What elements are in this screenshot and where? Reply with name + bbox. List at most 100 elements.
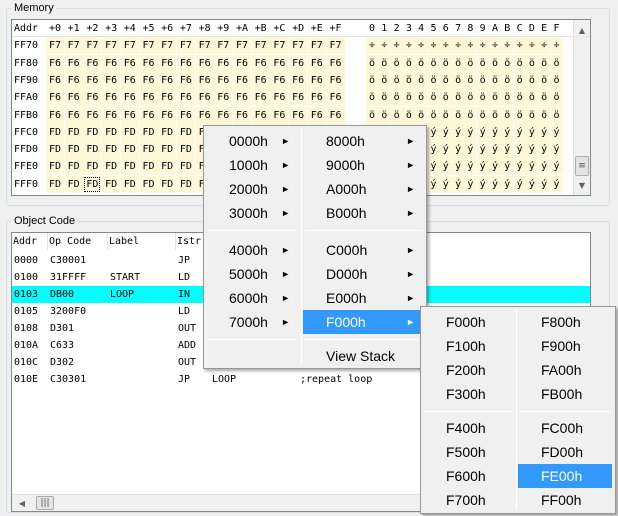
memory-ascii-cell[interactable]: ÷ <box>538 37 551 55</box>
memory-cell[interactable]: FD <box>120 141 139 159</box>
memory-cell[interactable]: F6 <box>289 89 308 107</box>
memory-ascii-cell[interactable]: ý <box>427 175 440 193</box>
memory-cell[interactable]: FD <box>158 175 177 193</box>
memory-ascii-cell[interactable]: ý <box>476 141 489 159</box>
memory-cell[interactable]: F6 <box>176 71 195 89</box>
memory-cell[interactable]: F6 <box>195 54 214 72</box>
menu-item-e000h[interactable]: E000h ► <box>303 286 423 310</box>
menu-item-f600h[interactable]: F600h <box>423 464 513 488</box>
col-header-addr[interactable]: Addr <box>12 233 48 250</box>
memory-ascii-cell[interactable]: ý <box>489 141 501 159</box>
menu-item-f100h[interactable]: F100h <box>423 334 513 358</box>
memory-ascii-cell[interactable]: ö <box>513 71 526 89</box>
memory-cell[interactable]: F6 <box>102 106 121 124</box>
memory-cell[interactable]: F6 <box>214 106 233 124</box>
memory-cell[interactable]: F6 <box>195 106 214 124</box>
memory-ascii-cell[interactable]: ý <box>501 175 514 193</box>
memory-cell[interactable]: FD <box>176 158 195 176</box>
menu-item-f900h[interactable]: F900h <box>518 334 612 358</box>
memory-ascii-cell[interactable]: ö <box>513 54 526 72</box>
memory-ascii-cell[interactable]: ö <box>366 54 378 72</box>
memory-cell[interactable]: F6 <box>46 106 64 124</box>
memory-ascii-cell[interactable]: ý <box>464 158 477 176</box>
memory-ascii-cell[interactable]: ý <box>476 175 489 193</box>
memory-cell[interactable]: F7 <box>120 37 139 55</box>
menu-item-3000h[interactable]: 3000h ► <box>206 201 298 225</box>
memory-cell[interactable]: FD <box>158 158 177 176</box>
memory-cell[interactable]: FD <box>176 141 195 159</box>
memory-cell[interactable]: FD <box>120 123 139 141</box>
memory-ascii-cell[interactable]: ö <box>550 71 563 89</box>
memory-ascii-cell[interactable]: ý <box>427 158 440 176</box>
memory-ascii-cell[interactable]: ý <box>550 158 563 176</box>
memory-cell[interactable]: F7 <box>176 37 195 55</box>
memory-cell[interactable]: F6 <box>46 71 64 89</box>
memory-ascii-cell[interactable]: ö <box>538 106 551 124</box>
memory-ascii-cell[interactable]: ö <box>538 89 551 107</box>
memory-ascii-cell[interactable]: ö <box>538 54 551 72</box>
memory-cell[interactable]: F6 <box>158 54 177 72</box>
memory-ascii-cell[interactable]: ö <box>464 89 477 107</box>
memory-cell[interactable]: FD <box>46 141 64 159</box>
memory-ascii-cell[interactable]: ö <box>501 71 514 89</box>
memory-cell[interactable]: F6 <box>251 71 270 89</box>
menu-item-fa00h[interactable]: FA00h <box>518 358 612 382</box>
memory-ascii-cell[interactable]: ö <box>452 106 465 124</box>
memory-cell[interactable]: F6 <box>326 106 345 124</box>
memory-ascii-cell[interactable]: ý <box>501 158 514 176</box>
memory-cell[interactable]: F6 <box>251 106 270 124</box>
memory-ascii-cell[interactable]: ö <box>378 106 391 124</box>
memory-ascii-cell[interactable]: ö <box>415 89 428 107</box>
memory-cell[interactable]: FD <box>139 158 158 176</box>
memory-ascii-cell[interactable]: ý <box>513 158 526 176</box>
memory-ascii-cell[interactable]: ÷ <box>476 37 489 55</box>
memory-ascii-cell[interactable]: ý <box>550 141 563 159</box>
memory-cell[interactable]: FD <box>102 141 121 159</box>
memory-ascii-cell[interactable]: ÷ <box>402 37 415 55</box>
menu-item-ff00h[interactable]: FF00h <box>518 488 612 512</box>
memory-cell[interactable]: F6 <box>102 71 121 89</box>
memory-ascii-cell[interactable]: ÷ <box>427 37 440 55</box>
memory-ascii-cell[interactable]: ý <box>489 123 501 141</box>
menu-item-fd00h[interactable]: FD00h <box>518 440 612 464</box>
menu-item-f000h[interactable]: F000h ► <box>303 310 423 334</box>
memory-cell[interactable]: F6 <box>214 54 233 72</box>
memory-ascii-cell[interactable]: ý <box>452 158 465 176</box>
memory-ascii-cell[interactable]: ý <box>525 141 538 159</box>
memory-cell[interactable]: F6 <box>195 89 214 107</box>
memory-cell[interactable]: F6 <box>64 106 83 124</box>
memory-ascii-cell[interactable]: ö <box>513 89 526 107</box>
memory-cell[interactable]: F6 <box>64 54 83 72</box>
memory-ascii-cell[interactable]: ý <box>439 158 452 176</box>
memory-ascii-cell[interactable]: ö <box>525 54 538 72</box>
memory-cell[interactable]: FD <box>102 158 121 176</box>
menu-item-0000h[interactable]: 0000h ► <box>206 129 298 153</box>
memory-cell[interactable]: F6 <box>64 71 83 89</box>
memory-cell[interactable]: F6 <box>139 54 158 72</box>
memory-ascii-cell[interactable]: ö <box>525 89 538 107</box>
memory-cell[interactable]: F6 <box>307 106 326 124</box>
memory-cell[interactable]: FD <box>46 158 64 176</box>
menu-item-f500h[interactable]: F500h <box>423 440 513 464</box>
memory-cell[interactable]: F6 <box>120 106 139 124</box>
memory-cell[interactable]: FD <box>64 158 83 176</box>
memory-ascii-cell[interactable]: ý <box>501 123 514 141</box>
memory-cell[interactable]: F6 <box>307 54 326 72</box>
memory-cell[interactable]: F6 <box>251 54 270 72</box>
memory-cell[interactable]: F6 <box>158 106 177 124</box>
menu-item-1000h[interactable]: 1000h ► <box>206 153 298 177</box>
memory-cell[interactable]: FD <box>64 123 83 141</box>
memory-ascii-cell[interactable]: ö <box>439 106 452 124</box>
memory-cell[interactable]: FD <box>139 123 158 141</box>
memory-ascii-cell[interactable]: ý <box>464 175 477 193</box>
menu-item-f400h[interactable]: F400h <box>423 416 513 440</box>
memory-ascii-cell[interactable]: ý <box>550 123 563 141</box>
memory-ascii-cell[interactable]: ý <box>525 175 538 193</box>
memory-cell[interactable]: F6 <box>214 89 233 107</box>
memory-cell[interactable]: FD <box>83 141 102 159</box>
memory-ascii-cell[interactable]: ö <box>525 106 538 124</box>
memory-cell[interactable]: F7 <box>251 37 270 55</box>
memory-ascii-cell[interactable]: ý <box>476 158 489 176</box>
memory-cell[interactable]: FD <box>120 158 139 176</box>
memory-ascii-cell[interactable]: ý <box>427 141 440 159</box>
